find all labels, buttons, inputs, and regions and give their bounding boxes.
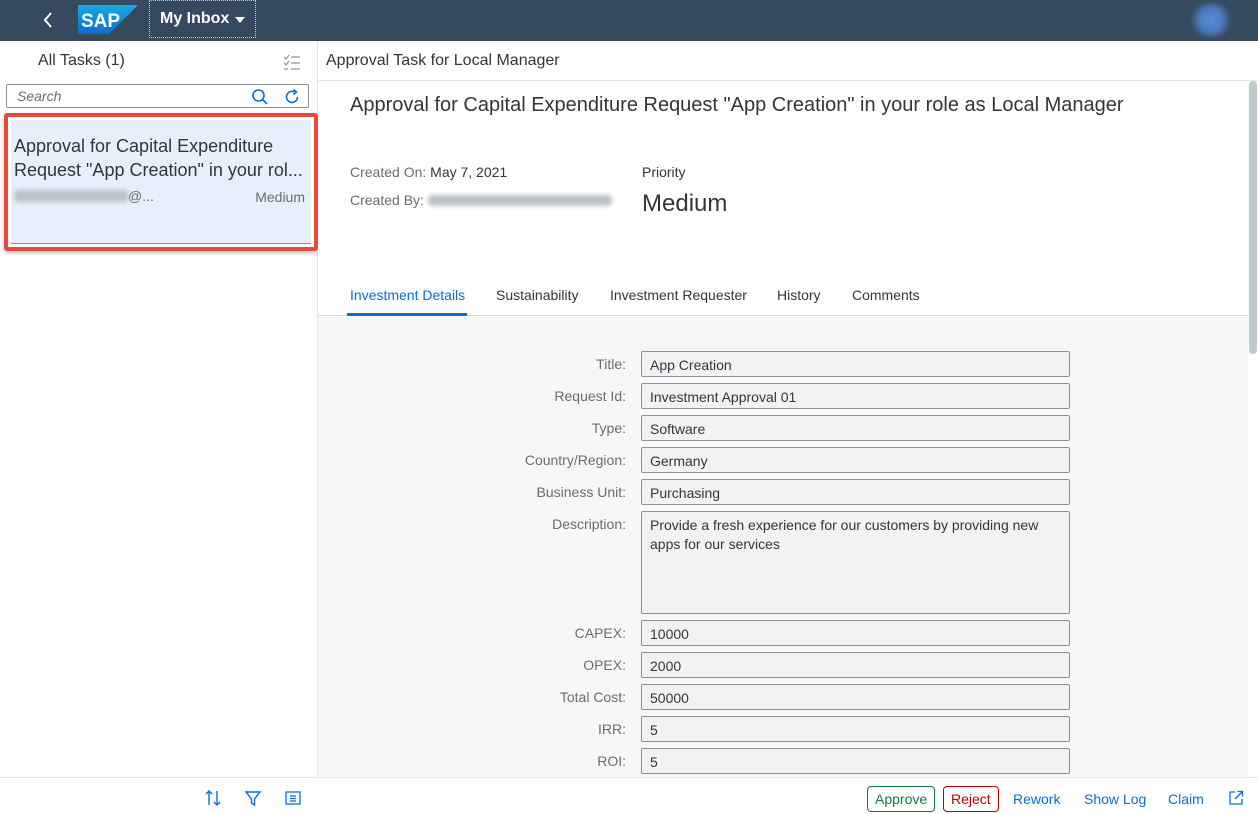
form-row-roi: ROI: 5 [318, 748, 1248, 774]
form-row-title: Title: App Creation [318, 351, 1248, 377]
form-label: CAPEX: [574, 625, 626, 641]
request-id-field[interactable]: Investment Approval 01 [641, 383, 1070, 409]
total-cost-field[interactable]: 50000 [641, 684, 1070, 710]
form-row-type: Type: Software [318, 415, 1248, 441]
task-item-title: Approval for Capital Expenditure Request… [14, 134, 306, 182]
tab-sustainability[interactable]: Sustainability [496, 287, 579, 303]
form-row-description: Description: Provide a fresh experience … [318, 511, 1248, 614]
task-item-sender-suffix: @... [128, 188, 154, 204]
business-unit-field[interactable]: Purchasing [641, 479, 1070, 505]
filter-icon[interactable] [244, 789, 262, 807]
search-icon[interactable] [251, 88, 269, 106]
task-list-header: All Tasks (1) [0, 41, 318, 81]
form-label: Title: [596, 356, 626, 372]
opex-field[interactable]: 2000 [641, 652, 1070, 678]
task-list-pane: All Tasks (1) Approval for Capital Expen… [0, 41, 318, 814]
task-item-title-line2: Request "App Creation" in your rol... [14, 160, 303, 180]
description-field[interactable]: Provide a fresh experience for our custo… [641, 511, 1070, 614]
form-row-business-unit: Business Unit: Purchasing [318, 479, 1248, 505]
app-menu-label: My Inbox [160, 10, 230, 27]
sort-icon[interactable] [204, 789, 222, 807]
vertical-scrollbar[interactable] [1248, 81, 1258, 814]
group-icon[interactable] [284, 789, 302, 807]
type-field[interactable]: Software [641, 415, 1070, 441]
rework-button[interactable]: Rework [1006, 786, 1067, 812]
object-title: Approval for Capital Expenditure Request… [350, 94, 1124, 116]
created-by-label: Created By: [350, 192, 424, 208]
claim-button[interactable]: Claim [1161, 786, 1211, 812]
user-avatar[interactable] [1190, 3, 1232, 37]
form-label: ROI: [597, 753, 626, 769]
form-label: IRR: [598, 721, 626, 737]
show-log-button[interactable]: Show Log [1077, 786, 1153, 812]
form-label: OPEX: [583, 657, 626, 673]
redacted-email[interactable] [427, 194, 612, 206]
active-tab-indicator [347, 313, 467, 316]
task-item-title-line1: Approval for Capital Expenditure [14, 136, 274, 156]
form-label: Business Unit: [536, 484, 626, 500]
form-row-capex: CAPEX: 10000 [318, 620, 1248, 646]
roi-field[interactable]: 5 [641, 748, 1070, 774]
back-icon [43, 12, 52, 28]
search-field [6, 84, 309, 108]
task-detail-pane: Approval Task for Local Manager Approval… [318, 41, 1258, 814]
irr-field[interactable]: 5 [641, 716, 1070, 742]
open-in-new-window-icon[interactable] [1227, 789, 1245, 807]
country-region-field[interactable]: Germany [641, 447, 1070, 473]
form-label: Type: [591, 420, 626, 436]
task-item-content: Approval for Capital Expenditure Request… [11, 120, 311, 244]
reject-button[interactable]: Reject [943, 786, 999, 812]
refresh-icon[interactable] [283, 88, 301, 106]
tab-investment-requester[interactable]: Investment Requester [610, 287, 747, 303]
sap-logo-text: SAP [81, 11, 120, 32]
redacted-email [14, 190, 128, 202]
detail-footer-toolbar: Approve Reject Rework Show Log Claim [318, 777, 1258, 814]
search-input[interactable] [7, 85, 243, 107]
form-label: Country/Region: [524, 452, 626, 468]
form-row-opex: OPEX: 2000 [318, 652, 1248, 678]
investment-details-form: Title: App Creation Request Id: Investme… [318, 317, 1248, 777]
tab-comments[interactable]: Comments [852, 287, 920, 303]
form-row-country-region: Country/Region: Germany [318, 447, 1248, 473]
form-row-irr: IRR: 5 [318, 716, 1248, 742]
task-item-sender: @... [14, 188, 154, 204]
tab-investment-details[interactable]: Investment Details [350, 287, 465, 303]
title-field[interactable]: App Creation [641, 351, 1070, 377]
caret-down-icon [235, 17, 246, 23]
form-label: Description: [552, 516, 626, 532]
capex-field[interactable]: 10000 [641, 620, 1070, 646]
created-on-value: May 7, 2021 [430, 164, 508, 180]
priority-value: Medium [642, 190, 728, 217]
approve-button[interactable]: Approve [867, 786, 936, 812]
tab-history[interactable]: History [777, 287, 821, 303]
form-row-request-id: Request Id: Investment Approval 01 [318, 383, 1248, 409]
task-list-footer [0, 777, 318, 814]
icon-tab-bar: Investment Details Sustainability Invest… [318, 276, 1248, 316]
created-by-attribute: Created By: [350, 192, 612, 208]
created-on-attribute: Created On: May 7, 2021 [350, 164, 507, 180]
form-label: Request Id: [554, 388, 626, 404]
sap-logo[interactable]: SAP [78, 5, 138, 34]
shell-bar: SAP My Inbox [0, 0, 1258, 41]
detail-header-title: Approval Task for Local Manager [326, 52, 560, 69]
scrollbar-thumb[interactable] [1249, 81, 1257, 354]
task-item-priority: Medium [255, 189, 305, 205]
form-row-total-cost: Total Cost: 50000 [318, 684, 1248, 710]
detail-header: Approval Task for Local Manager [318, 41, 1258, 81]
back-button[interactable] [36, 8, 62, 32]
task-list-item[interactable]: Approval for Capital Expenditure Request… [4, 113, 318, 251]
task-list-title: All Tasks (1) [38, 52, 125, 69]
priority-label: Priority [642, 164, 686, 180]
app-menu-button[interactable]: My Inbox [149, 0, 256, 38]
form-label: Total Cost: [559, 689, 626, 705]
created-on-label: Created On: [350, 164, 427, 180]
multi-select-icon[interactable] [282, 53, 302, 71]
